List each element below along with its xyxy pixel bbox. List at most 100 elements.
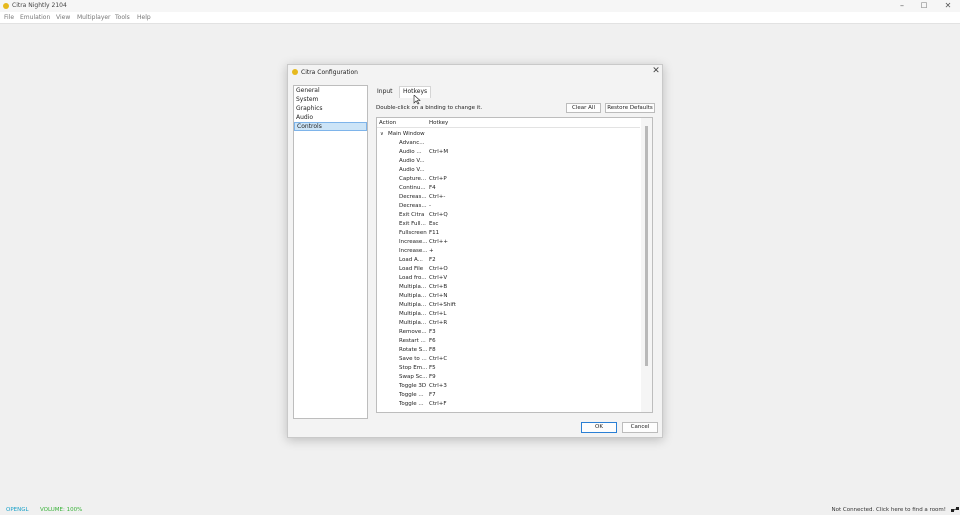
network-status[interactable]: Not Connected. Click here to find a room… — [831, 507, 946, 513]
table-row[interactable]: Remove... F3 — [377, 328, 640, 337]
hotkey-binding[interactable]: Ctrl+P — [429, 175, 447, 184]
hotkey-binding[interactable]: Ctrl+Q — [429, 211, 448, 220]
hotkey-hint: Double-click on a binding to change it. — [376, 105, 483, 111]
hotkey-binding[interactable]: F4 — [429, 184, 436, 193]
table-row[interactable]: Multipla... Ctrl+L — [377, 310, 640, 319]
hotkey-action: Exit Full... — [399, 221, 426, 227]
renderer-status[interactable]: OPENGL — [6, 507, 29, 513]
table-row[interactable]: Load A... F2 — [377, 256, 640, 265]
volume-status[interactable]: VOLUME: 100% — [40, 507, 82, 513]
table-row[interactable]: Increase... + — [377, 247, 640, 256]
hotkey-binding[interactable]: Ctrl+M — [429, 148, 448, 157]
hotkey-binding[interactable]: + — [429, 247, 434, 256]
category-general[interactable]: General — [294, 86, 367, 95]
category-system[interactable]: System — [294, 95, 367, 104]
hotkey-binding[interactable]: F2 — [429, 256, 436, 265]
table-row[interactable]: Audio V... — [377, 166, 640, 175]
table-row[interactable]: Multipla... Ctrl+R — [377, 319, 640, 328]
table-row[interactable]: Toggle 3D Ctrl+3 — [377, 382, 640, 391]
hotkey-action: Decreas... — [399, 203, 427, 209]
column-header-action[interactable]: Action — [379, 119, 396, 128]
hotkey-binding[interactable]: F9 — [429, 373, 436, 382]
hotkey-action: Multipla... — [399, 302, 427, 308]
table-row[interactable]: Multipla... Ctrl+B — [377, 283, 640, 292]
maximize-button[interactable]: □ — [914, 0, 934, 12]
hotkey-action: Toggle 3D — [399, 383, 427, 389]
hotkey-action: Restart ... — [399, 338, 426, 344]
hotkey-binding[interactable]: Esc — [429, 220, 438, 229]
ok-button[interactable]: OK — [581, 422, 617, 433]
hotkey-action: Rotate S... — [399, 347, 428, 353]
hotkey-table[interactable]: Action Hotkey ∨ Main Window Advanc... Aud… — [376, 117, 653, 413]
hotkey-binding[interactable]: Ctrl+V — [429, 274, 447, 283]
hotkey-action: Multipla... — [399, 293, 427, 299]
hotkey-binding[interactable]: Ctrl+N — [429, 292, 448, 301]
cancel-button[interactable]: Cancel — [622, 422, 658, 433]
hotkey-binding[interactable]: Ctrl+Shift — [429, 301, 456, 310]
minimize-button[interactable]: – — [892, 0, 912, 12]
table-row[interactable]: Decreas... - — [377, 202, 640, 211]
table-row[interactable]: Toggle ... Ctrl+F — [377, 400, 640, 409]
hotkey-action: Advanc... — [399, 140, 425, 146]
table-row[interactable]: Save to ... Ctrl+C — [377, 355, 640, 364]
menu-help[interactable]: Help — [137, 14, 151, 21]
vertical-scrollbar[interactable] — [641, 118, 652, 412]
hotkey-binding[interactable]: Ctrl+- — [429, 193, 445, 202]
table-row[interactable]: Rotate S... F8 — [377, 346, 640, 355]
hotkey-binding[interactable]: F11 — [429, 229, 439, 238]
table-row[interactable]: Audio V... — [377, 157, 640, 166]
category-controls[interactable]: Controls — [294, 122, 367, 131]
table-row[interactable]: Multipla... Ctrl+N — [377, 292, 640, 301]
menu-tools[interactable]: Tools — [115, 14, 130, 21]
hotkey-binding[interactable]: Ctrl+C — [429, 355, 447, 364]
table-row[interactable]: Swap Sc... F9 — [377, 373, 640, 382]
hotkey-binding[interactable]: F5 — [429, 364, 436, 373]
table-row[interactable]: Decreas... Ctrl+- — [377, 193, 640, 202]
hotkey-binding[interactable]: Ctrl++ — [429, 238, 448, 247]
category-audio[interactable]: Audio — [294, 113, 367, 122]
table-row[interactable]: Restart ... F6 — [377, 337, 640, 346]
hotkey-binding[interactable]: Ctrl+B — [429, 283, 447, 292]
table-row[interactable]: Capture... Ctrl+P — [377, 175, 640, 184]
table-row[interactable]: Fullscreen F11 — [377, 229, 640, 238]
hotkey-binding[interactable]: - — [429, 202, 431, 211]
restore-defaults-button[interactable]: Restore Defaults — [605, 103, 655, 113]
dialog-close-button[interactable]: ✕ — [650, 66, 662, 78]
hotkey-binding[interactable]: Ctrl+F — [429, 400, 447, 409]
hotkey-binding[interactable]: F8 — [429, 346, 436, 355]
table-row[interactable]: Stop Em... F5 — [377, 364, 640, 373]
table-row[interactable]: Load fro... Ctrl+V — [377, 274, 640, 283]
column-header-hotkey[interactable]: Hotkey — [429, 119, 448, 128]
table-row[interactable]: Exit Citra Ctrl+Q — [377, 211, 640, 220]
table-row[interactable]: Continu... F4 — [377, 184, 640, 193]
category-graphics[interactable]: Graphics — [294, 104, 367, 113]
clear-all-button[interactable]: Clear All — [566, 103, 601, 113]
table-row[interactable]: Advanc... — [377, 139, 640, 148]
hotkey-binding[interactable]: Ctrl+3 — [429, 382, 447, 391]
table-row[interactable]: Load File Ctrl+O — [377, 265, 640, 274]
menu-view[interactable]: View — [56, 14, 70, 21]
menu-emulation[interactable]: Emulation — [20, 14, 50, 21]
hotkey-binding[interactable]: F6 — [429, 337, 436, 346]
hotkey-action: Swap Sc... — [399, 374, 428, 380]
chevron-down-icon[interactable]: ∨ — [380, 130, 384, 139]
hotkey-binding[interactable]: Ctrl+L — [429, 310, 446, 319]
hotkey-binding[interactable]: F3 — [429, 328, 436, 337]
table-row[interactable]: Exit Full... Esc — [377, 220, 640, 229]
menu-file[interactable]: File — [4, 14, 14, 21]
citra-logo-icon — [3, 3, 9, 9]
table-row[interactable]: Toggle ... F7 — [377, 391, 640, 400]
scrollbar-thumb[interactable] — [645, 126, 648, 366]
close-button[interactable]: ✕ — [938, 0, 958, 12]
tab-input[interactable]: Input — [377, 88, 393, 95]
hotkey-binding[interactable]: Ctrl+O — [429, 265, 448, 274]
table-row[interactable]: Multipla... Ctrl+Shift — [377, 301, 640, 310]
network-icon[interactable] — [951, 506, 959, 514]
hotkey-binding[interactable]: F7 — [429, 391, 436, 400]
table-row[interactable]: Audio ... Ctrl+M — [377, 148, 640, 157]
hotkey-binding[interactable]: Ctrl+R — [429, 319, 447, 328]
table-row[interactable]: Increase... Ctrl++ — [377, 238, 640, 247]
menu-multiplayer[interactable]: Multiplayer — [77, 14, 111, 21]
hotkey-action: Fullscreen — [399, 230, 427, 236]
group-row-main-window[interactable]: ∨ Main Window — [377, 130, 640, 139]
